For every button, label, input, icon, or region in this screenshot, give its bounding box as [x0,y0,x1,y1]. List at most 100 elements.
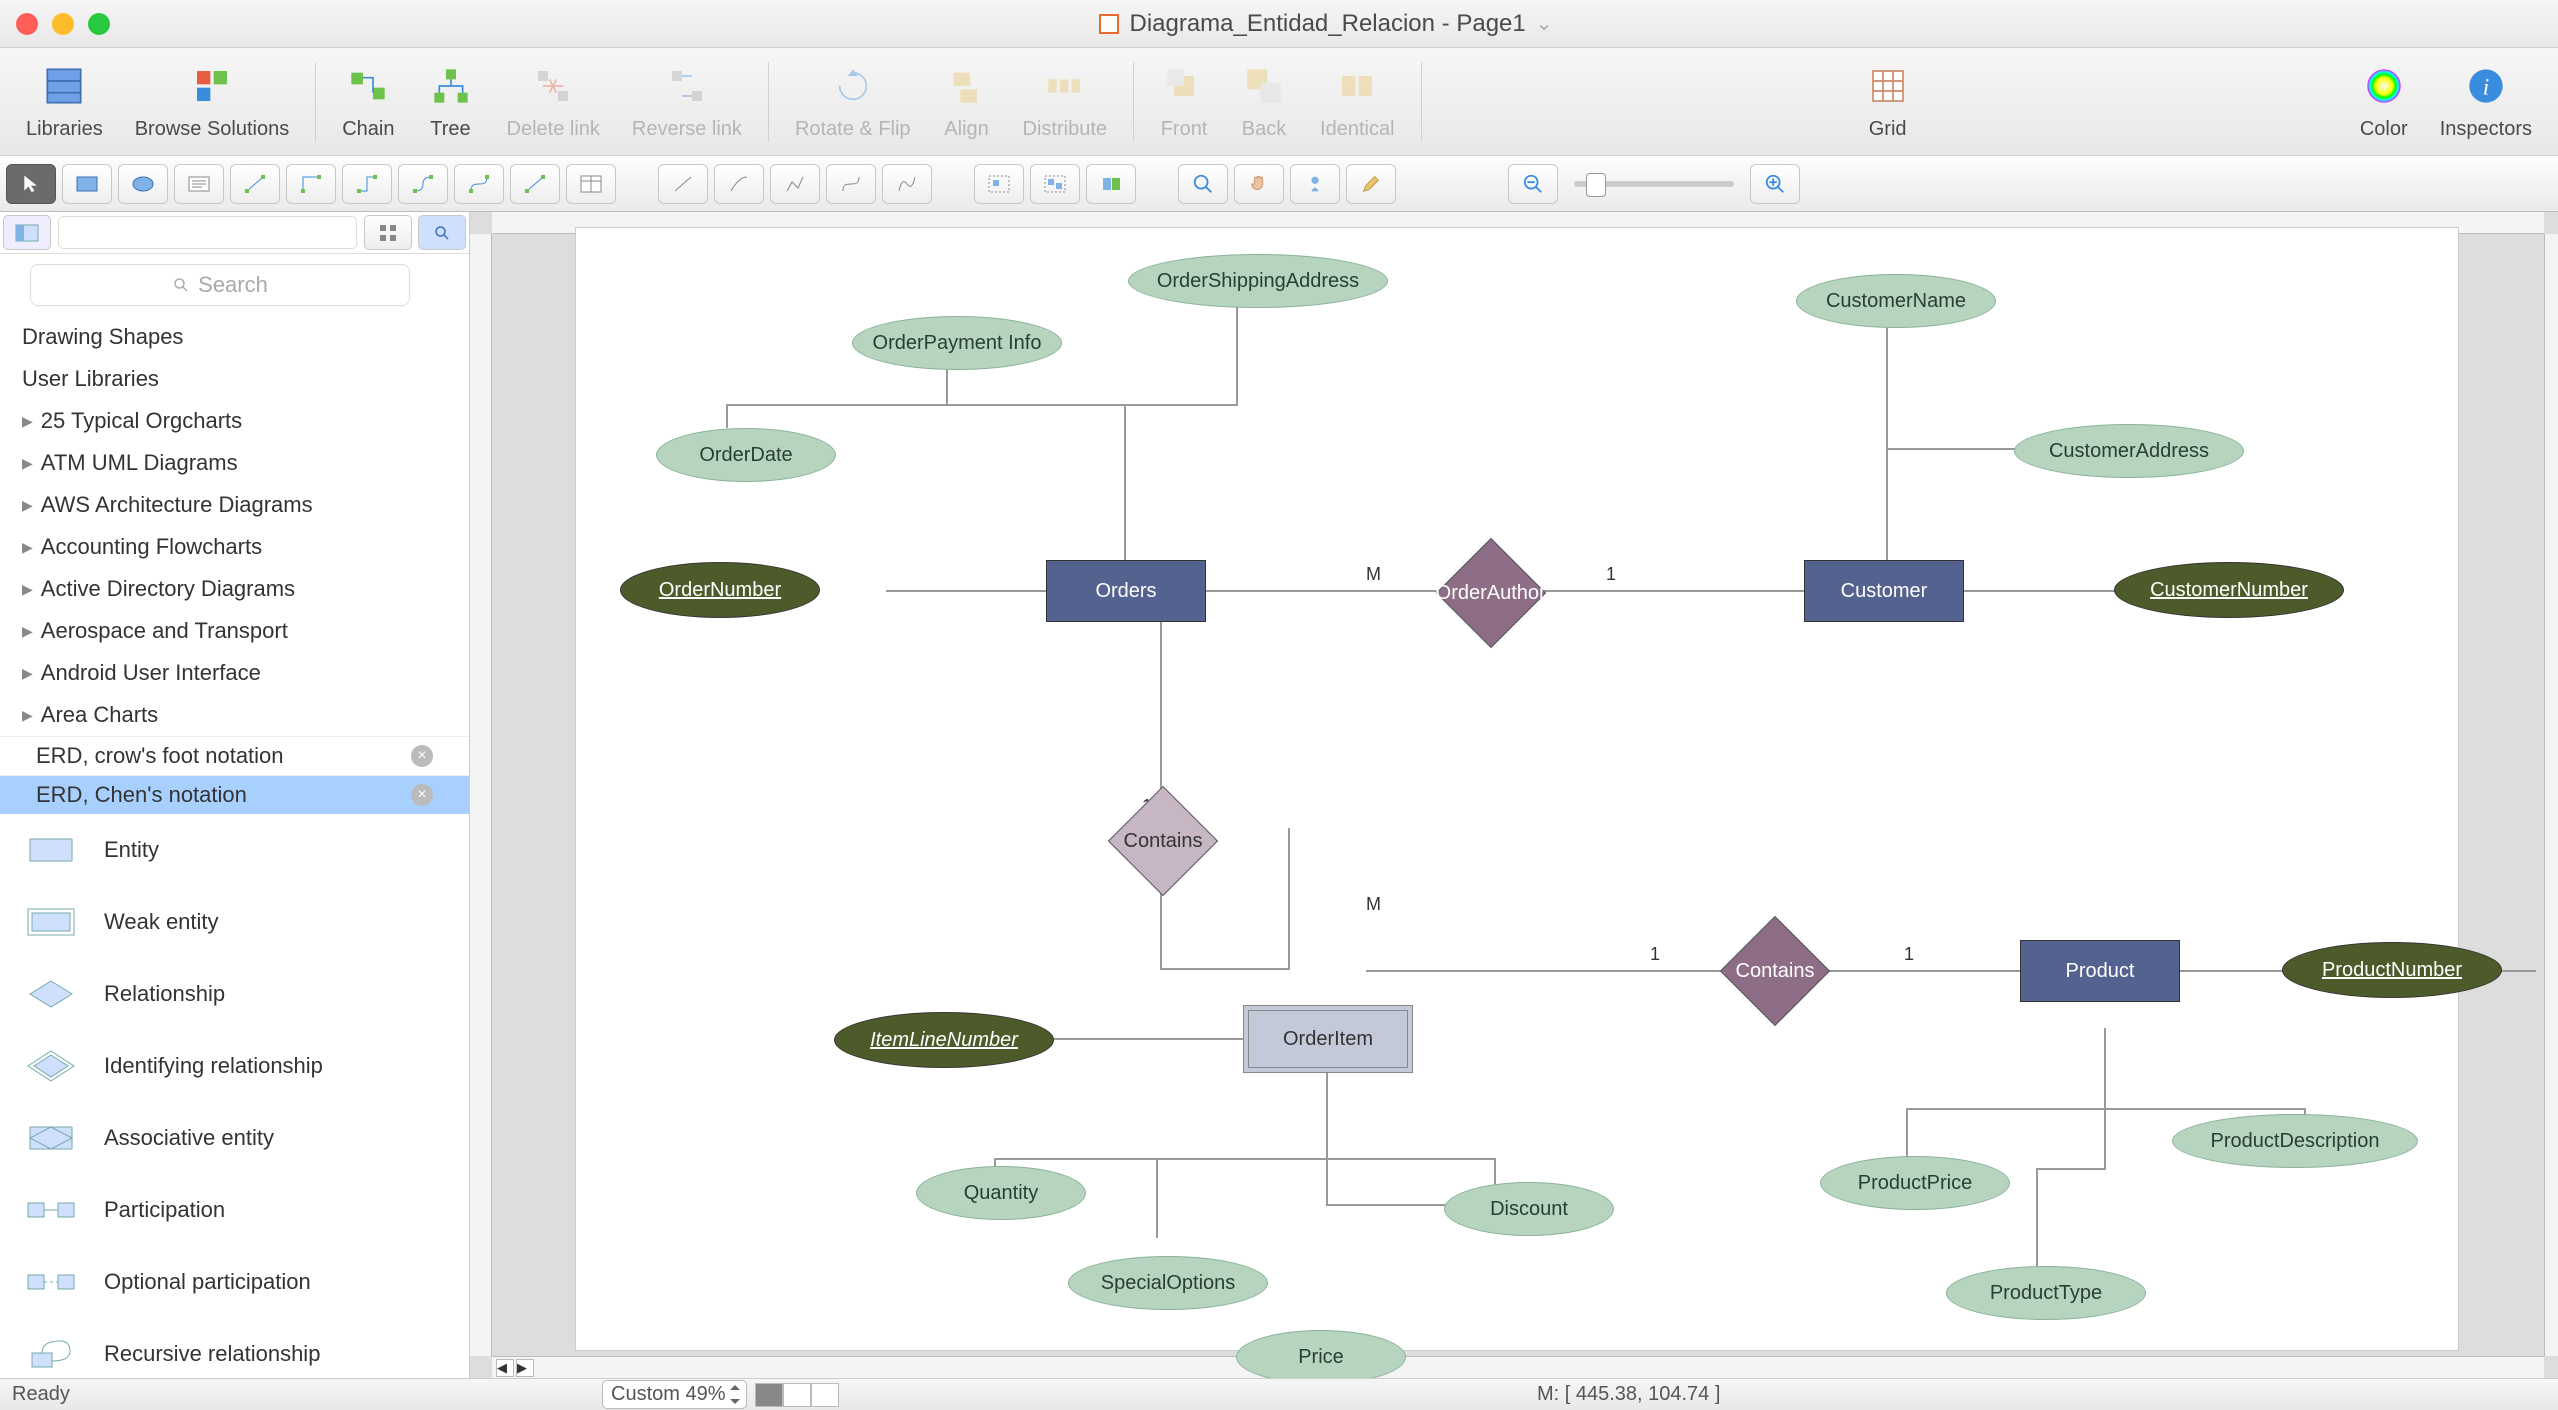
conn6-tool[interactable] [510,164,560,204]
ellipse-tool[interactable] [118,164,168,204]
attr-quantity[interactable]: Quantity [916,1166,1086,1220]
grid-view-button[interactable] [364,215,412,250]
line2-tool[interactable] [714,164,764,204]
horizontal-scrollbar[interactable]: ◀ ▶ [492,1356,2544,1378]
line3-tool[interactable] [770,164,820,204]
shape-palette-item[interactable]: Optional participation [0,1246,469,1318]
shape-palette-item[interactable]: Participation [0,1174,469,1246]
library-item-label: AWS Architecture Diagrams [41,492,313,518]
line1-tool[interactable] [658,164,708,204]
conn5-tool[interactable] [454,164,504,204]
shape-palette-item[interactable]: Weak entity [0,886,469,958]
prev-page-button[interactable]: ◀ [496,1359,514,1377]
attr-ordernumber[interactable]: OrderNumber [620,562,820,618]
minimize-window-button[interactable] [52,13,74,35]
attr-specialoptions[interactable]: SpecialOptions [1068,1256,1268,1310]
text-tool[interactable] [174,164,224,204]
attr-customeraddress[interactable]: CustomerAddress [2014,424,2244,478]
rel-orderauthor[interactable]: OrderAuthor [1436,538,1546,648]
attr-orderdate[interactable]: OrderDate [656,428,836,482]
pencil-tool[interactable] [1346,164,1396,204]
entity-orderitem[interactable]: OrderItem [1248,1010,1408,1068]
attr-orderpayment[interactable]: OrderPayment Info [852,316,1062,370]
line5-tool[interactable] [882,164,932,204]
library-item[interactable]: ▶Aerospace and Transport [0,610,469,652]
vertical-scrollbar[interactable] [2544,234,2558,1356]
search-input[interactable]: Search [30,264,410,306]
zoom-slider[interactable] [1574,181,1734,187]
rel-contains2[interactable]: Contains [1720,916,1830,1026]
inspectors-button[interactable]: iInspectors [2424,56,2548,147]
page-tab[interactable] [811,1383,839,1407]
attr-itemlinenumber[interactable]: ItemLineNumber [834,1012,1054,1068]
attr-productdesc[interactable]: ProductDescription [2172,1114,2418,1168]
rel-contains1[interactable]: Contains [1108,786,1218,896]
pointer-tool[interactable] [6,164,56,204]
library-item[interactable]: ▶Android User Interface [0,652,469,694]
conn4-tool[interactable] [398,164,448,204]
zoom-in-button[interactable] [1750,164,1800,204]
grid-button[interactable]: Grid [1848,56,1928,147]
page-tab[interactable] [783,1383,811,1407]
page-tabs[interactable] [755,1383,839,1407]
attr-productnumber[interactable]: ProductNumber [2282,942,2502,998]
palette-header[interactable]: ERD, Chen's notation× [0,775,469,814]
shape-palette-item[interactable]: Recursive relationship [0,1318,469,1378]
attr-ordershipping[interactable]: OrderShippingAddress [1128,254,1388,308]
conn2-tool[interactable] [286,164,336,204]
line4-tool[interactable] [826,164,876,204]
library-item[interactable]: ▶ATM UML Diagrams [0,442,469,484]
zoom-window-button[interactable] [88,13,110,35]
library-item[interactable]: ▶25 Typical Orgcharts [0,400,469,442]
library-item[interactable]: ▶Active Directory Diagrams [0,568,469,610]
group2-tool[interactable] [1030,164,1080,204]
rect-tool[interactable] [62,164,112,204]
zoom-out-button[interactable] [1508,164,1558,204]
shape-palette-item[interactable]: Relationship [0,958,469,1030]
tree-button[interactable]: Tree [411,56,491,147]
crop-tool[interactable] [1290,164,1340,204]
attr-producttype[interactable]: ProductType [1946,1266,2146,1320]
conn1-tool[interactable] [230,164,280,204]
zoom-dropdown[interactable]: Custom 49% [602,1380,747,1409]
sidebar-collapse-button[interactable] [3,215,51,250]
close-window-button[interactable] [16,13,38,35]
conn3-tool[interactable] [342,164,392,204]
search-libraries-button[interactable] [418,215,466,250]
entity-orders[interactable]: Orders [1046,560,1206,622]
library-item[interactable]: Drawing Shapes [0,316,469,358]
entity-product[interactable]: Product [2020,940,2180,1002]
next-page-button[interactable]: ▶ [516,1359,534,1377]
shape-palette-item[interactable]: Entity [0,814,469,886]
shape-palette-item[interactable]: Identifying relationship [0,1030,469,1102]
attr-price[interactable]: Price [1236,1330,1406,1378]
chain-button[interactable]: Chain [326,56,410,147]
browse-solutions-button[interactable]: Browse Solutions [119,56,306,147]
library-item[interactable]: User Libraries [0,358,469,400]
hand-tool[interactable] [1234,164,1284,204]
attr-customername[interactable]: CustomerName [1796,274,1996,328]
group1-tool[interactable] [974,164,1024,204]
library-item-label: Active Directory Diagrams [41,576,295,602]
zoom-in-tool[interactable] [1178,164,1228,204]
libraries-button[interactable]: Libraries [10,56,119,147]
table-tool[interactable] [566,164,616,204]
title-dropdown-icon[interactable]: ⌄ [1536,11,1553,36]
attr-discount[interactable]: Discount [1444,1182,1614,1236]
color-button[interactable]: Color [2344,56,2424,147]
attr-productprice[interactable]: ProductPrice [1820,1156,2010,1210]
library-item[interactable]: ▶Accounting Flowcharts [0,526,469,568]
attr-customernumber[interactable]: CustomerNumber [2114,562,2344,618]
library-item[interactable]: ▶Area Charts [0,694,469,736]
close-palette-icon[interactable]: × [411,784,433,806]
shape-label: Weak entity [104,909,219,935]
library-item[interactable]: ▶AWS Architecture Diagrams [0,484,469,526]
shape-palette-item[interactable]: Associative entity [0,1102,469,1174]
page-tab[interactable] [755,1383,783,1407]
close-palette-icon[interactable]: × [411,745,433,767]
entity-customer[interactable]: Customer [1804,560,1964,622]
diagram-canvas[interactable]: M 1 1 M 1 1 OrderDate OrderPayment Info … [576,228,2458,1350]
group3-tool[interactable] [1086,164,1136,204]
palette-header[interactable]: ERD, crow's foot notation× [0,736,469,775]
sidebar-title-input[interactable] [58,216,357,249]
